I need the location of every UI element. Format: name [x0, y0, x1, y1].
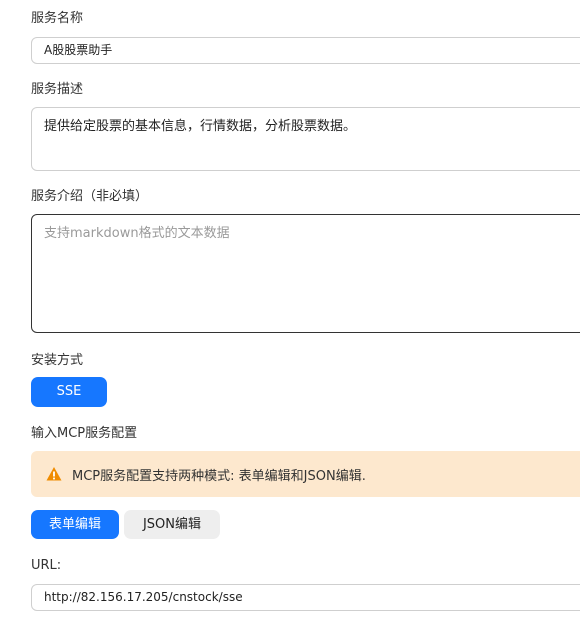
service-name-label: 服务名称 — [31, 11, 84, 26]
mcp-service-form: 服务名称 A股股票助手 服务描述 提供给定股票的基本信息，行情数据，分析股票数据… — [0, 0, 580, 618]
install-method-label: 安装方式 — [31, 353, 84, 368]
url-value: http://82.156.17.205/cnstock/sse — [44, 590, 243, 604]
service-intro-placeholder: 支持markdown格式的文本数据 — [44, 226, 230, 241]
mcp-config-alert-text: MCP服务配置支持两种模式: 表单编辑和JSON编辑. — [72, 468, 366, 484]
service-description-label: 服务描述 — [31, 82, 84, 97]
form-edit-tab[interactable]: 表单编辑 — [31, 510, 119, 539]
install-method-sse-button[interactable]: SSE — [31, 377, 107, 407]
service-name-input[interactable]: A股股票助手 — [31, 37, 580, 64]
service-intro-label: 服务介绍（非必填） — [31, 189, 149, 204]
url-label: URL: — [31, 558, 62, 573]
service-name-value: A股股票助手 — [44, 43, 113, 57]
service-intro-textarea[interactable]: 支持markdown格式的文本数据 — [31, 214, 580, 333]
mcp-config-alert: MCP服务配置支持两种模式: 表单编辑和JSON编辑. — [31, 451, 580, 497]
url-input[interactable]: http://82.156.17.205/cnstock/sse — [31, 584, 580, 611]
mcp-config-label: 输入MCP服务配置 — [31, 426, 138, 441]
service-description-textarea[interactable]: 提供给定股票的基本信息，行情数据，分析股票数据。 — [31, 107, 580, 171]
warning-icon — [46, 466, 62, 482]
service-description-value: 提供给定股票的基本信息，行情数据，分析股票数据。 — [44, 119, 357, 134]
json-edit-tab[interactable]: JSON编辑 — [124, 510, 220, 539]
